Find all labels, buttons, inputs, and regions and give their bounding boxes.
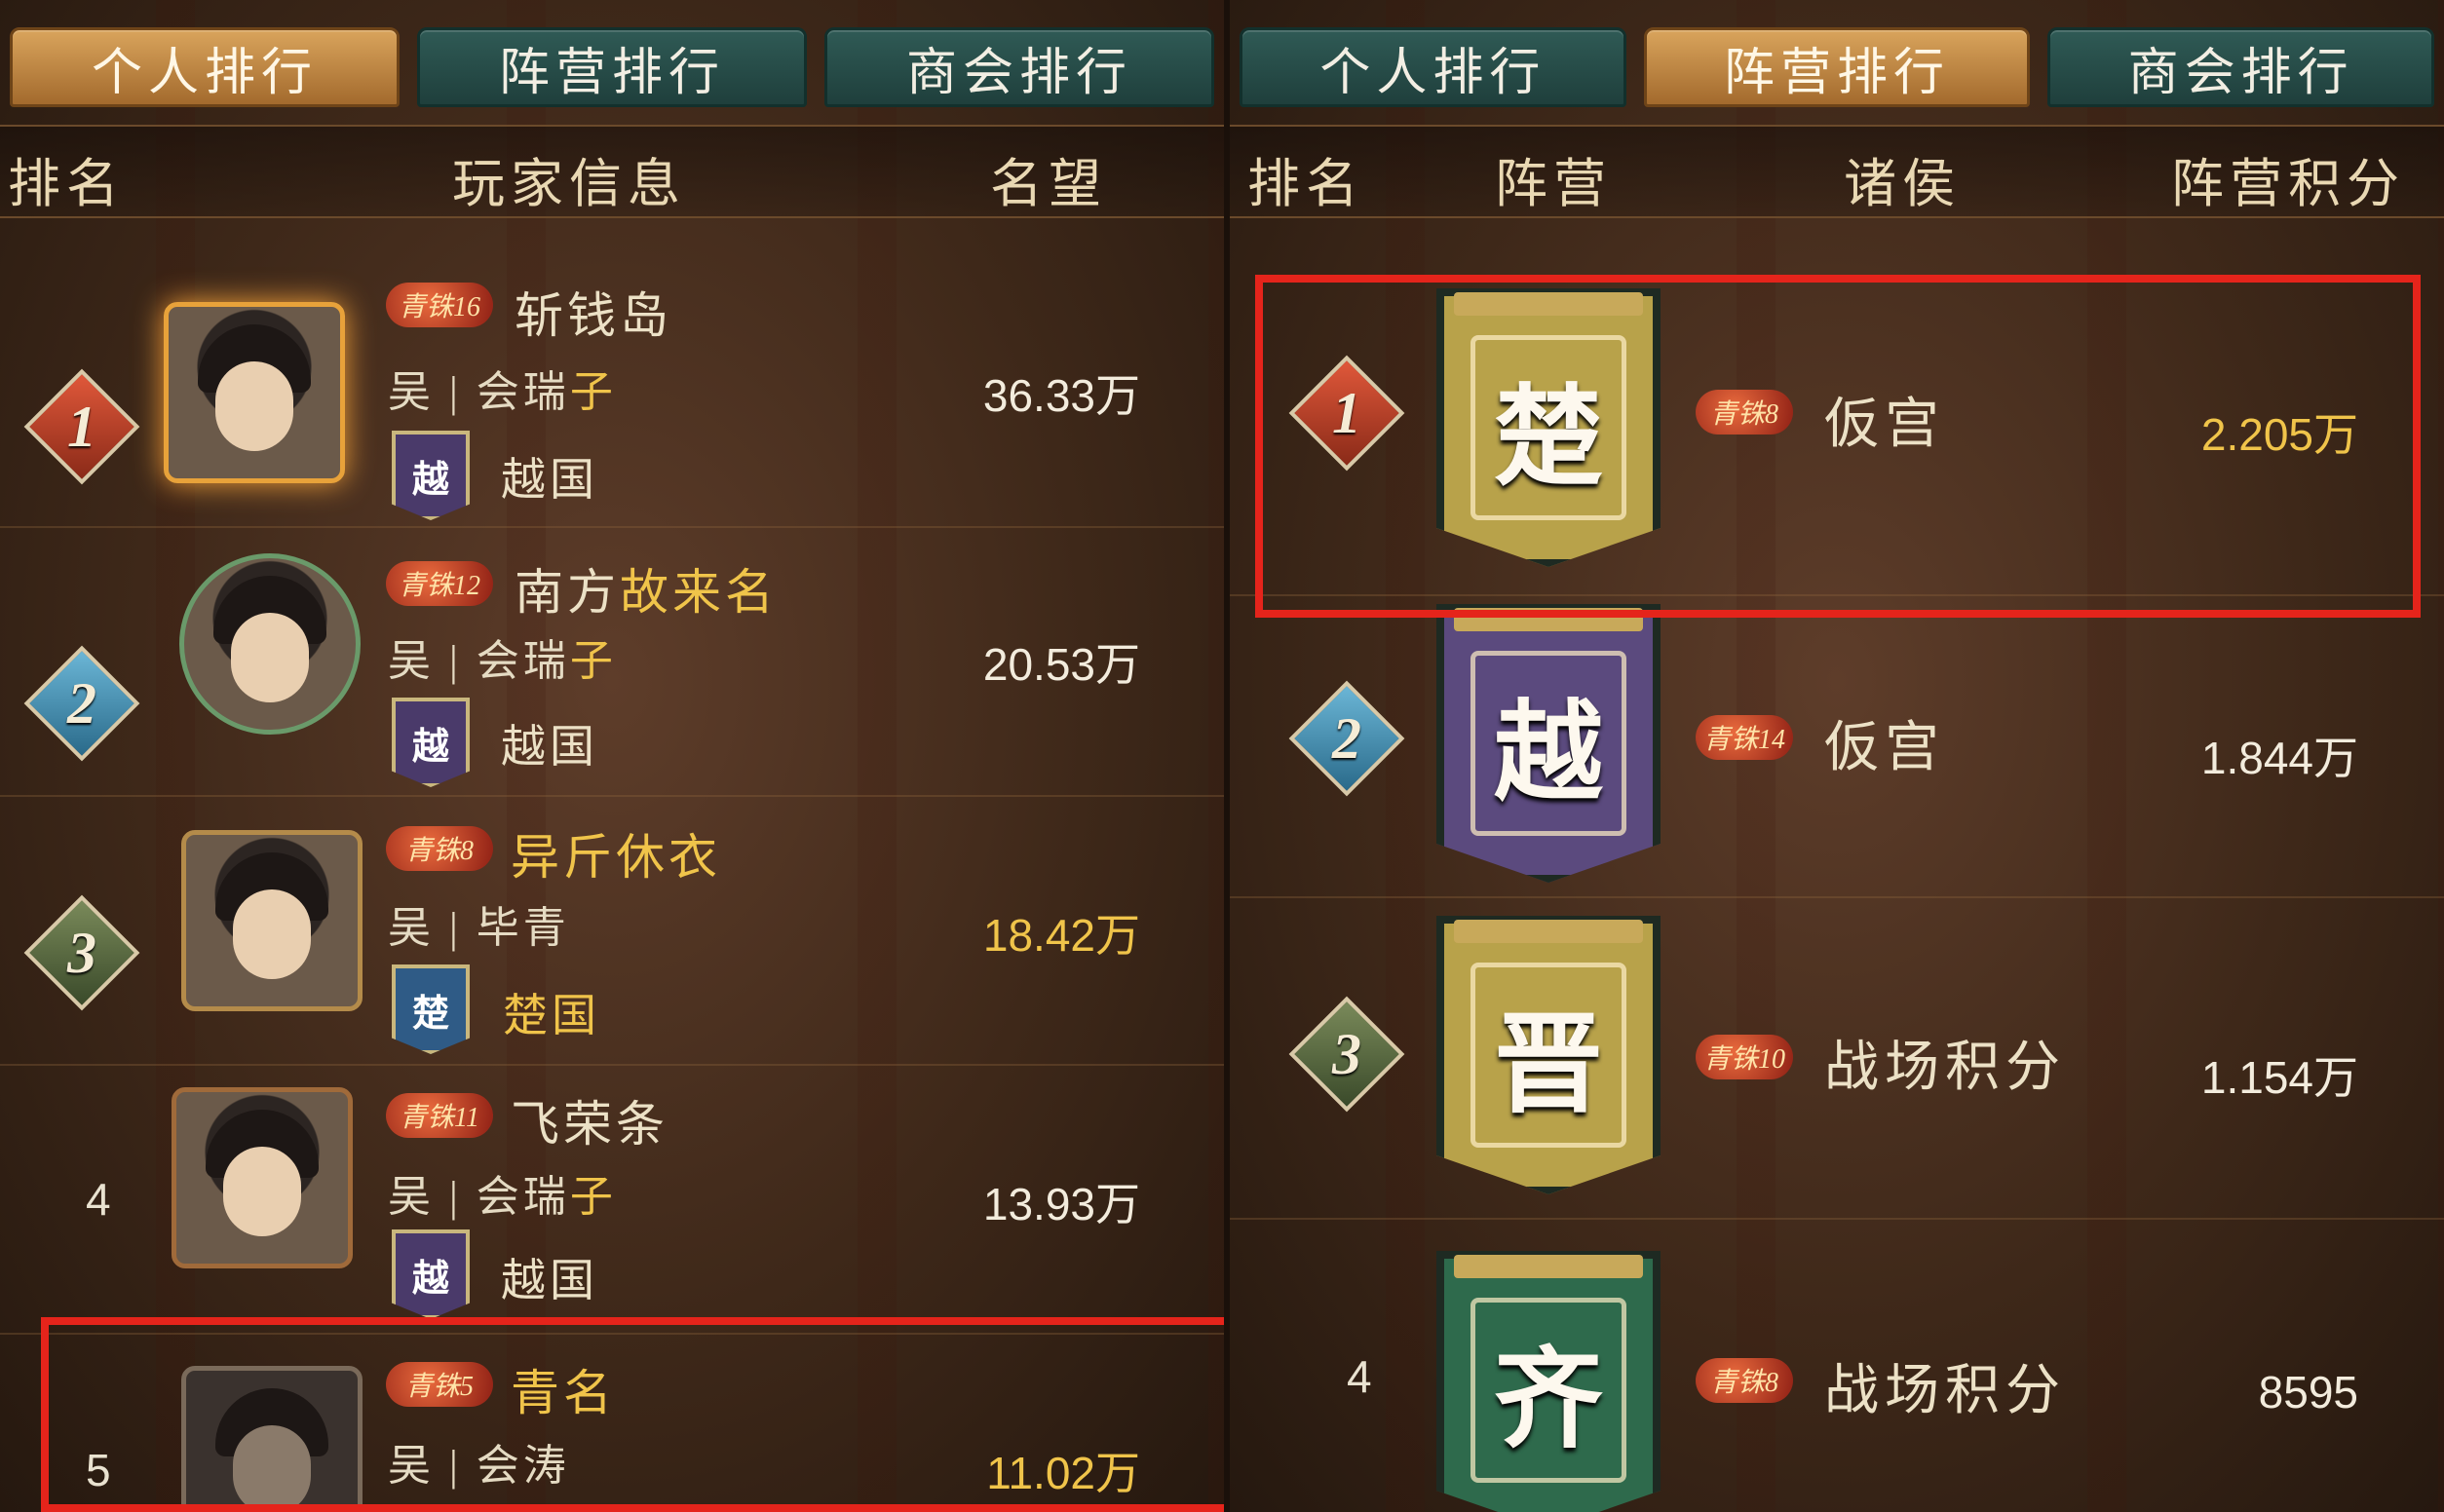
player-server: 吴 | 会瑞子 xyxy=(388,368,617,416)
player-server: 吴 | 会瑞子 xyxy=(388,1173,617,1221)
kingdom-banner-icon: 越 xyxy=(392,431,470,520)
camp-row[interactable]: 4 齐 青铢8 战场积分 8595 xyxy=(1230,1218,2444,1512)
personal-ranking-panel: 个人排行 阵营排行 商会排行 排名 玩家信息 名望 1 青铢16 斩钱岛 吴 |… xyxy=(0,0,1224,1512)
ranking-row-self[interactable]: 5 青铢5 青名 吴 | 会涛 11.02万 xyxy=(0,1333,1224,1512)
camp-banner: 楚 xyxy=(1436,288,1661,567)
ranking-tabs: 个人排行 阵营排行 商会排行 xyxy=(0,27,1224,107)
player-avatar[interactable] xyxy=(181,1366,363,1512)
camp-row[interactable]: 1 楚 青铢8 仮宫 2.205万 xyxy=(1230,273,2444,596)
tier-badge: 青铢10 xyxy=(1696,1035,1793,1079)
camp-score-value: 1.844万 xyxy=(2200,733,2358,783)
tier-badge: 青铢5 xyxy=(386,1362,493,1407)
header-lord: 诸侯 xyxy=(1844,155,1961,213)
rank-badge-silver: 2 xyxy=(23,645,140,762)
tier-badge: 青铢8 xyxy=(1696,1358,1793,1403)
rank-badge-gold: 1 xyxy=(1288,355,1405,472)
player-name[interactable]: 异斤休衣 xyxy=(511,818,721,888)
player-server: 吴 | 会涛 xyxy=(388,1442,570,1490)
lord-name[interactable]: 战场积分 xyxy=(1824,1023,2066,1102)
kingdom-name: 越国 xyxy=(501,455,598,505)
tier-badge: 青铢11 xyxy=(386,1093,493,1138)
camp-banner: 晋 xyxy=(1436,916,1661,1194)
player-avatar[interactable] xyxy=(164,302,345,483)
header-rank: 排名 xyxy=(8,155,125,213)
rank-number: 4 xyxy=(1347,1351,1372,1402)
lord-name[interactable]: 仮宫 xyxy=(1824,703,1945,782)
tab-personal-ranking[interactable]: 个人排行 xyxy=(1240,27,1626,107)
tier-badge: 青铢12 xyxy=(386,561,493,606)
tier-badge: 青铢8 xyxy=(386,826,493,871)
rank-number: 5 xyxy=(86,1445,111,1495)
ranking-tabs: 个人排行 阵营排行 商会排行 xyxy=(1230,27,2444,107)
rank-badge-bronze: 3 xyxy=(1288,996,1405,1113)
header-player-info: 玩家信息 xyxy=(452,155,686,213)
tab-camp-ranking[interactable]: 阵营排行 xyxy=(417,27,807,107)
camp-ranking-panel: 个人排行 阵营排行 商会排行 排名 阵营 诸侯 阵营积分 1 楚 青铢8 仮宫 … xyxy=(1224,0,2444,1512)
tier-badge: 青铢14 xyxy=(1696,715,1793,760)
tier-badge: 青铢16 xyxy=(386,283,493,327)
tab-camp-ranking[interactable]: 阵营排行 xyxy=(1643,27,2031,107)
kingdom-banner-icon: 越 xyxy=(392,1229,470,1319)
table-header: 排名 玩家信息 名望 xyxy=(0,125,1224,218)
player-name[interactable]: 青名 xyxy=(511,1354,616,1424)
reputation-value: 13.93万 xyxy=(982,1179,1140,1229)
camp-banner: 齐 xyxy=(1436,1251,1661,1512)
camp-score-value: 1.154万 xyxy=(2200,1052,2358,1103)
kingdom-name: 楚国 xyxy=(503,991,600,1040)
reputation-value: 11.02万 xyxy=(986,1448,1140,1498)
tab-guild-ranking[interactable]: 商会排行 xyxy=(824,27,1214,107)
ranking-row[interactable]: 3 青铢8 异斤休衣 吴 | 毕青 楚 楚国 18.42万 xyxy=(0,795,1224,1066)
player-server: 吴 | 会瑞子 xyxy=(388,637,617,685)
table-header: 排名 阵营 诸侯 阵营积分 xyxy=(1230,125,2444,218)
reputation-value: 20.53万 xyxy=(982,639,1140,690)
player-name[interactable]: 斩钱岛 xyxy=(515,277,672,347)
kingdom-banner-icon: 越 xyxy=(392,698,470,787)
tab-personal-ranking[interactable]: 个人排行 xyxy=(10,27,400,107)
ranking-row[interactable]: 4 青铢11 飞荣条 吴 | 会瑞子 越 越国 13.93万 xyxy=(0,1064,1224,1335)
player-name[interactable]: 南方故来名 xyxy=(515,553,778,624)
rank-badge-bronze: 3 xyxy=(23,894,140,1011)
header-reputation: 名望 xyxy=(990,155,1107,213)
player-avatar[interactable] xyxy=(181,830,363,1011)
header-camp-score: 阵营积分 xyxy=(2171,155,2405,213)
camp-row[interactable]: 3 晋 青铢10 战场积分 1.154万 xyxy=(1230,896,2444,1220)
tier-badge: 青铢8 xyxy=(1696,390,1793,435)
ranking-row[interactable]: 1 青铢16 斩钱岛 吴 | 会瑞子 越 越国 36.33万 xyxy=(0,244,1224,528)
kingdom-name: 越国 xyxy=(501,1256,598,1305)
player-avatar[interactable] xyxy=(172,1087,353,1268)
camp-row[interactable]: 2 越 青铢14 仮宫 1.844万 xyxy=(1230,594,2444,898)
player-server: 吴 | 毕青 xyxy=(388,904,570,952)
player-name[interactable]: 飞荣条 xyxy=(511,1085,668,1155)
ranking-row[interactable]: 2 青铢12 南方故来名 吴 | 会瑞子 越 越国 20.53万 xyxy=(0,526,1224,797)
camp-score-value: 8595 xyxy=(2258,1367,2358,1418)
camp-banner: 越 xyxy=(1436,604,1661,883)
rank-badge-gold: 1 xyxy=(23,368,140,485)
rank-number: 4 xyxy=(86,1174,111,1225)
kingdom-name: 越国 xyxy=(501,722,598,772)
player-avatar[interactable] xyxy=(179,553,361,735)
lord-name[interactable]: 仮宫 xyxy=(1824,380,1945,459)
kingdom-banner-icon: 楚 xyxy=(392,964,470,1054)
header-camp: 阵营 xyxy=(1495,155,1612,213)
lord-name[interactable]: 战场积分 xyxy=(1824,1346,2066,1425)
reputation-value: 18.42万 xyxy=(982,910,1140,961)
reputation-value: 36.33万 xyxy=(982,370,1140,421)
tab-guild-ranking[interactable]: 商会排行 xyxy=(2047,27,2435,107)
rank-badge-silver: 2 xyxy=(1288,680,1405,797)
header-rank: 排名 xyxy=(1247,155,1364,213)
camp-score-value: 2.205万 xyxy=(2200,409,2358,460)
